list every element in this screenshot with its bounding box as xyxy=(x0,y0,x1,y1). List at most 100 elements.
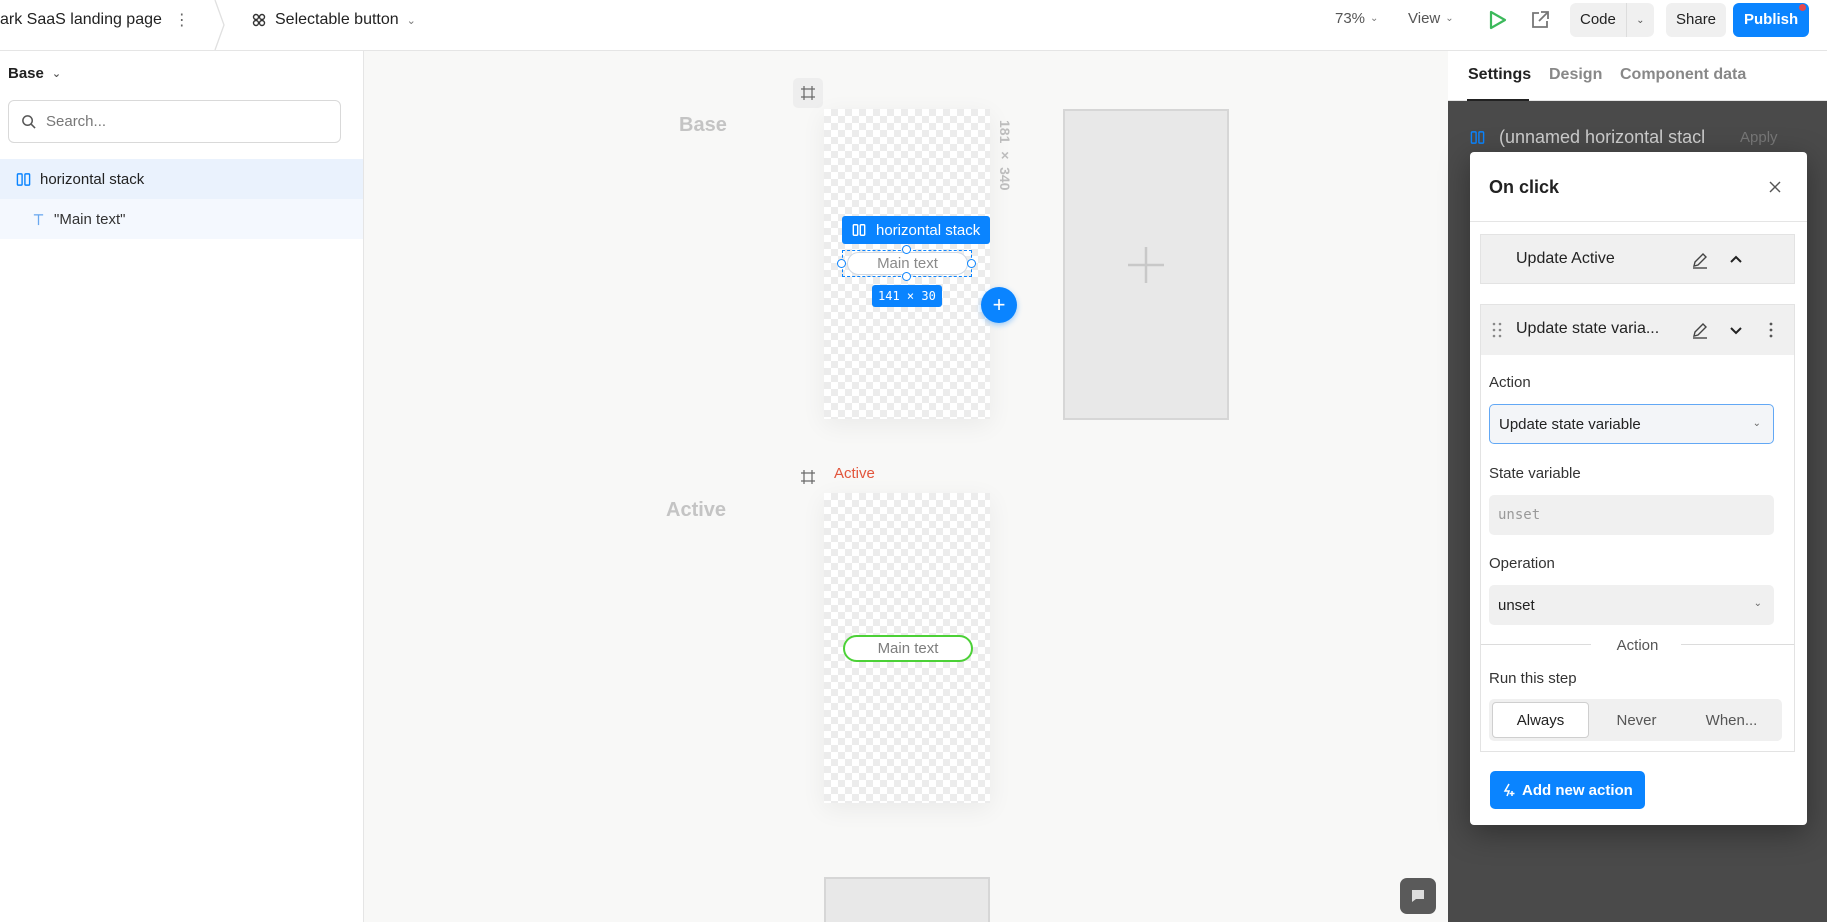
run-option-when[interactable]: When... xyxy=(1684,702,1779,738)
component-selector[interactable]: Selectable button ⌄ xyxy=(251,10,416,30)
tab-component-data[interactable]: Component data xyxy=(1620,66,1746,84)
notification-dot xyxy=(1799,4,1806,11)
project-name: ark SaaS landing page xyxy=(0,11,162,28)
divider-label: Action xyxy=(1616,636,1659,654)
hstack-icon xyxy=(1470,130,1485,144)
chevron-down-icon: ⌄ xyxy=(1370,13,1379,24)
element-name: (unnamed horizontal stacl xyxy=(1499,126,1706,147)
add-new-action-button[interactable]: Add new action xyxy=(1490,771,1645,809)
tree-item-horizontal-stack[interactable]: horizontal stack xyxy=(0,159,363,199)
on-click-dialog: On click Update Active Update state vari… xyxy=(1470,152,1807,825)
operation-label: Operation xyxy=(1489,555,1555,572)
more-vertical-icon[interactable] xyxy=(1761,320,1781,340)
operation-value: unset xyxy=(1498,596,1535,614)
chevron-down-icon[interactable]: ⌄ xyxy=(1625,3,1654,37)
tab-settings[interactable]: Settings xyxy=(1468,66,1531,84)
artboard-next[interactable] xyxy=(824,877,990,922)
frame-icon[interactable] xyxy=(793,462,823,492)
selected-element-name: horizontal stack xyxy=(876,221,981,239)
drag-handle-icon[interactable] xyxy=(1487,320,1507,340)
action-type-select[interactable]: Update state variable ⌄ xyxy=(1489,404,1774,444)
view-menu[interactable]: View ⌄ xyxy=(1408,10,1454,27)
add-new-action-label: Add new action xyxy=(1522,781,1633,799)
search-field[interactable] xyxy=(8,100,341,143)
variant-select[interactable]: Base ⌄ xyxy=(8,65,61,82)
action-type-value: Update state variable xyxy=(1499,415,1641,433)
tree-item-label: "Main text" xyxy=(54,210,126,228)
add-child-button[interactable]: + xyxy=(981,287,1017,323)
layers-panel: Base ⌄ horizontal stack "Main text" xyxy=(0,51,364,922)
run-option-never[interactable]: Never xyxy=(1589,702,1684,738)
external-link-icon[interactable] xyxy=(1528,8,1552,32)
chevron-down-icon[interactable] xyxy=(1726,320,1746,340)
dialog-title: On click xyxy=(1489,177,1560,197)
component-name: Selectable button xyxy=(275,11,399,28)
view-label: View xyxy=(1408,10,1441,27)
top-bar: ark SaaS landing page ⋮ Selectable butto… xyxy=(0,0,1827,51)
resize-handle[interactable] xyxy=(902,245,911,254)
chevron-up-icon[interactable] xyxy=(1726,250,1746,270)
project-menu[interactable]: ark SaaS landing page ⋮ xyxy=(0,0,190,40)
variant-label-base: Base xyxy=(679,114,727,136)
variant-label-active: Active xyxy=(666,499,727,521)
design-canvas[interactable]: Base 181 × 340 horizontal stack Main tex… xyxy=(365,51,1448,922)
artboard-dimensions: 181 × 340 xyxy=(997,120,1013,191)
close-icon[interactable] xyxy=(1764,176,1786,198)
search-icon xyxy=(22,115,36,129)
chevron-down-icon: ⌄ xyxy=(51,68,62,80)
action-item-label: Update Active xyxy=(1516,250,1615,267)
hstack-icon xyxy=(852,224,866,236)
code-button-group: Code ⌄ xyxy=(1570,3,1654,37)
active-variant-tag[interactable]: Active xyxy=(834,465,875,482)
active-tab-indicator xyxy=(1467,99,1529,101)
state-variable-value: unset xyxy=(1498,507,1541,523)
action-field-label: Action xyxy=(1489,374,1531,391)
publish-button[interactable]: Publish xyxy=(1733,3,1810,37)
text-icon xyxy=(33,213,44,225)
play-icon[interactable] xyxy=(1485,8,1509,32)
lightning-plus-icon xyxy=(1503,783,1515,797)
run-step-segmented: Always Never When... xyxy=(1489,699,1782,741)
edit-icon[interactable] xyxy=(1690,320,1710,340)
resize-handle[interactable] xyxy=(837,259,846,268)
selection-size-tag: 141 × 30 xyxy=(872,285,942,307)
more-vertical-icon[interactable]: ⋮ xyxy=(174,10,190,30)
tab-design[interactable]: Design xyxy=(1549,66,1602,84)
selected-element-tag[interactable]: horizontal stack xyxy=(842,216,991,244)
properties-tabs: Settings Design Component data xyxy=(1448,51,1827,101)
chevron-down-icon: ⌄ xyxy=(1445,13,1454,24)
operation-select[interactable]: unset ⌄ xyxy=(1489,585,1774,625)
frame-icon[interactable] xyxy=(793,78,823,108)
search-input[interactable] xyxy=(46,113,326,130)
tree-item-main-text[interactable]: "Main text" xyxy=(0,199,363,239)
run-option-always[interactable]: Always xyxy=(1492,702,1589,738)
state-variable-label: State variable xyxy=(1489,465,1581,482)
share-button[interactable]: Share xyxy=(1666,3,1727,37)
zoom-value: 73% xyxy=(1335,10,1366,27)
chevron-down-icon: ⌄ xyxy=(1752,418,1761,429)
state-variable-field[interactable]: unset xyxy=(1489,495,1774,535)
component-icon xyxy=(252,13,266,27)
action-item-label: Update state varia... xyxy=(1516,320,1660,337)
action-item-header[interactable]: Update state varia... xyxy=(1481,305,1794,355)
chat-button[interactable] xyxy=(1400,878,1436,914)
hstack-icon xyxy=(16,172,31,186)
chat-icon xyxy=(1412,890,1424,902)
action-item-update-active[interactable]: Update Active xyxy=(1480,234,1795,284)
chevron-down-icon: ⌄ xyxy=(406,14,416,27)
breadcrumb-separator-icon xyxy=(214,0,225,50)
tree-item-label: horizontal stack xyxy=(40,170,145,188)
pill-text: Main text xyxy=(877,255,938,272)
resize-handle[interactable] xyxy=(967,259,976,268)
dialog-header: On click xyxy=(1470,152,1807,222)
plus-icon xyxy=(1128,246,1164,283)
pill-text: Main text xyxy=(877,640,939,657)
apply-button: Apply xyxy=(1740,129,1778,146)
zoom-select[interactable]: 73% ⌄ xyxy=(1335,10,1378,27)
edit-icon[interactable] xyxy=(1690,250,1710,270)
add-variant-button[interactable] xyxy=(1063,109,1229,420)
code-button[interactable]: Code xyxy=(1570,3,1626,37)
resize-handle[interactable] xyxy=(902,272,911,281)
chevron-down-icon: ⌄ xyxy=(1753,598,1762,609)
button-pill-active[interactable]: Main text xyxy=(843,635,973,662)
